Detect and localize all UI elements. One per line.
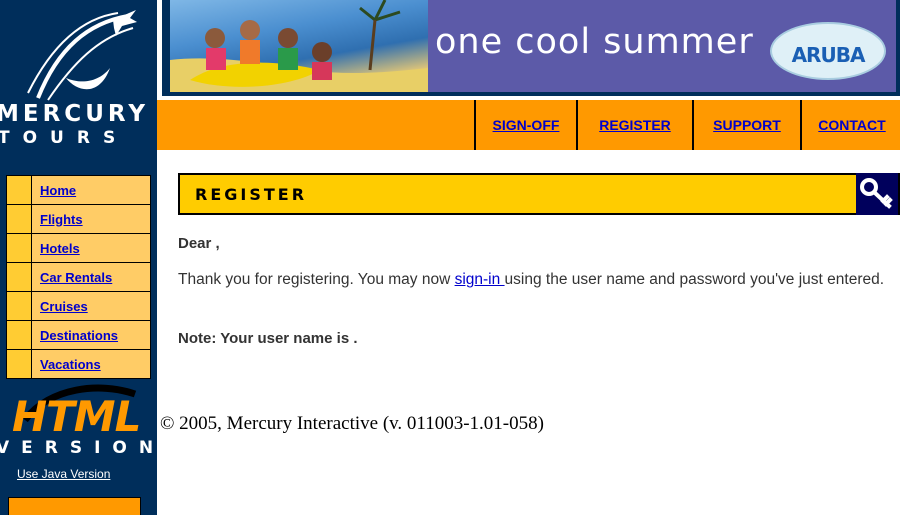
left-column: MERCURY TOURS Home Flights Hotels Car Re… (0, 0, 157, 515)
thank-you-message: Thank you for registering. You may now s… (178, 270, 893, 290)
version-badge-text: VERSION (0, 438, 166, 458)
page: MERCURY TOURS Home Flights Hotels Car Re… (0, 0, 900, 515)
aruba-logo: ARUBA (770, 22, 886, 80)
html-version-badge: HTML VERSION (0, 382, 157, 458)
sidebar-item-nub (7, 176, 32, 204)
sidebar-item-nub (7, 292, 32, 320)
sidebar-item-hotels[interactable]: Hotels (7, 234, 150, 263)
sidebar-item-flights[interactable]: Flights (7, 205, 150, 234)
sidebar-item-car-rentals[interactable]: Car Rentals (7, 263, 150, 292)
sidebar-item-nub (7, 321, 32, 349)
sidebar-bottom-box (8, 497, 141, 515)
top-nav: SIGN-OFF REGISTER SUPPORT CONTACT (157, 100, 900, 150)
banner-photo-art (170, 0, 428, 92)
logo-line-1: MERCURY (0, 101, 149, 127)
sidebar-item-home[interactable]: Home (7, 176, 150, 205)
sidebar-item-label[interactable]: Destinations (32, 321, 150, 349)
register-header: REGISTER (178, 173, 900, 215)
sidebar-item-destinations[interactable]: Destinations (7, 321, 150, 350)
key-badge (856, 173, 898, 215)
sidebar-item-label[interactable]: Flights (32, 205, 150, 233)
sidebar-item-vacations[interactable]: Vacations (7, 350, 150, 378)
sidebar-item-nub (7, 263, 32, 291)
sidebar-item-nub (7, 234, 32, 262)
logo-line-2: TOURS (0, 128, 129, 148)
sidebar-nav: Home Flights Hotels Car Rentals Cruises … (6, 175, 151, 379)
page-title: REGISTER (195, 185, 308, 204)
sidebar-item-label[interactable]: Cruises (32, 292, 150, 320)
contact-link[interactable]: CONTACT (800, 100, 900, 150)
sidebar-item-nub (7, 205, 32, 233)
key-icon (860, 178, 893, 209)
sign-off-link[interactable]: SIGN-OFF (474, 100, 576, 150)
banner-ad[interactable]: one cool summer ARUBA (170, 0, 896, 92)
dear-greeting: Dear , (178, 235, 220, 252)
sidebar-item-label[interactable]: Home (32, 176, 150, 204)
sidebar-item-label[interactable]: Car Rentals (32, 263, 150, 291)
use-java-version-link[interactable]: Use Java Version (17, 467, 110, 481)
thank-you-text: Thank you for registering. You may now (178, 271, 455, 288)
sidebar-item-label[interactable]: Hotels (32, 234, 150, 262)
html-badge-text: HTML (12, 392, 141, 441)
banner-tagline: one cool summer (435, 22, 754, 62)
register-link[interactable]: REGISTER (576, 100, 692, 150)
sidebar-item-cruises[interactable]: Cruises (7, 292, 150, 321)
copyright: © 2005, Mercury Interactive (v. 011003-1… (160, 413, 544, 434)
top-nav-spacer (157, 100, 474, 150)
username-note: Note: Your user name is . (178, 330, 358, 347)
aruba-logo-text: ARUBA (791, 43, 866, 67)
sidebar-item-nub (7, 350, 32, 378)
plane-logo-icon (27, 10, 137, 101)
banner: one cool summer ARUBA (162, 0, 900, 96)
banner-photo (170, 0, 428, 92)
sign-in-link[interactable]: sign-in (455, 271, 505, 288)
mercury-tours-logo[interactable]: MERCURY TOURS (0, 0, 157, 160)
sidebar-item-label[interactable]: Vacations (32, 350, 150, 378)
thank-you-text-end: using the user name and password you've … (504, 271, 885, 288)
support-link[interactable]: SUPPORT (692, 100, 800, 150)
